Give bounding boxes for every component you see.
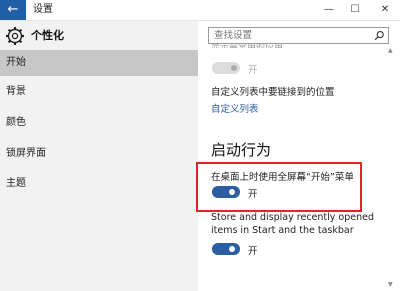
custom-list-title: 自定义列表中要链接到的位置: [211, 87, 335, 98]
search-box[interactable]: [208, 27, 389, 44]
sidebar-item-background[interactable]: 背景: [0, 79, 198, 105]
close-button[interactable]: ✕: [374, 0, 396, 20]
search-input[interactable]: [214, 28, 364, 43]
scroll-down-arrow[interactable]: ▼: [388, 281, 393, 288]
sidebar: 个性化 开始 背景 颜色 锁屏界面 主题: [0, 21, 198, 291]
sidebar-item-colors[interactable]: 颜色: [0, 110, 198, 136]
toggle-knob: [231, 65, 237, 71]
sidebar-item-themes[interactable]: 主题: [0, 171, 198, 197]
highlight-annotation: [196, 162, 362, 212]
title-bar: ← 设置 — ☐ ✕: [0, 0, 400, 21]
search-icon[interactable]: [374, 30, 385, 41]
toggle-top[interactable]: [212, 62, 240, 74]
sidebar-item-lockscreen[interactable]: 锁屏界面: [0, 141, 198, 167]
sidebar-header-label: 个性化: [31, 29, 64, 42]
back-button[interactable]: ←: [0, 0, 26, 20]
toggle-knob: [229, 246, 235, 252]
toggle-top-label: 开: [248, 65, 258, 76]
content-pane: 显示最常用的应用 开 自定义列表中要链接到的位置 自定义列表 启动行为 在桌面上…: [198, 21, 400, 291]
sidebar-header: 个性化: [5, 25, 195, 47]
back-arrow-icon: ←: [7, 2, 19, 17]
gear-icon: [6, 27, 24, 45]
recent-items-label-line2: items in Start and the taskbar: [211, 225, 354, 236]
window-title: 设置: [33, 4, 53, 15]
section-title: 启动行为: [211, 141, 272, 159]
minimize-button[interactable]: —: [318, 0, 340, 20]
maximize-button[interactable]: ☐: [344, 0, 366, 20]
custom-list-link[interactable]: 自定义列表: [211, 101, 259, 115]
cut-off-setting-label: 显示最常用的应用: [211, 43, 284, 48]
recent-items-toggle[interactable]: [212, 243, 240, 255]
recent-toggle-label: 开: [248, 246, 258, 257]
recent-items-label-line1: Store and display recently opened: [211, 212, 374, 223]
scroll-up-arrow[interactable]: ▲: [388, 47, 393, 54]
sidebar-item-start[interactable]: 开始: [0, 50, 198, 76]
